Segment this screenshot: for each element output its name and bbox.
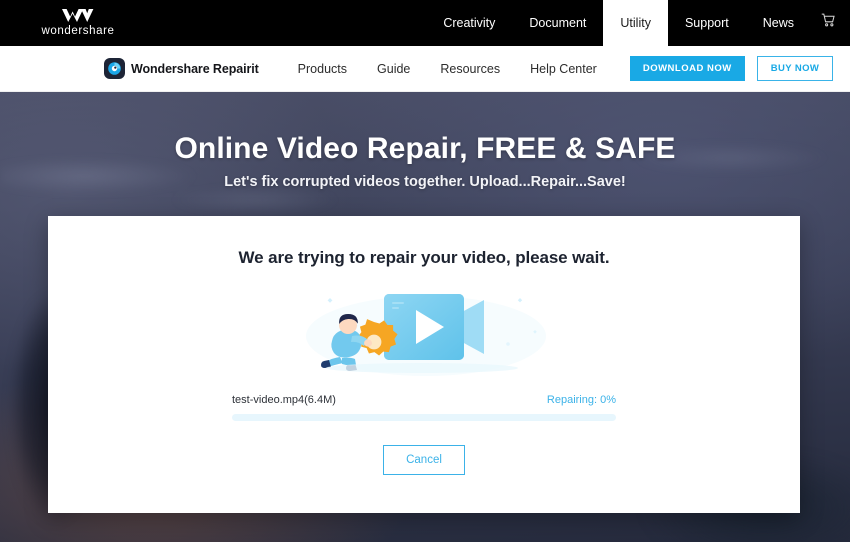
shopping-cart-button[interactable] [811,0,850,46]
top-nav-document[interactable]: Document [512,0,603,46]
repair-card: We are trying to repair your video, plea… [48,216,800,513]
progress-file-name: test-video.mp4(6.4M) [232,394,336,406]
progress-row: test-video.mp4(6.4M) Repairing: 0% [232,394,616,406]
top-nav-items: Creativity Document Utility Support News [426,0,850,46]
shopping-cart-icon [821,13,836,33]
wondershare-wordmark: wondershare [41,25,115,37]
product-nav-items: Products Guide Resources Help Center [283,62,612,76]
top-nav-creativity[interactable]: Creativity [426,0,512,46]
repairit-logo-icon [104,58,125,79]
cancel-row: Cancel [48,445,800,475]
card-title: We are trying to repair your video, plea… [238,248,610,267]
download-now-button[interactable]: DOWNLOAD NOW [629,56,745,81]
top-nav-news[interactable]: News [746,0,811,46]
buy-now-button[interactable]: BUY NOW [756,56,834,81]
progress-bar-track [232,414,616,421]
product-nav: Wondershare Repairit Products Guide Reso… [0,46,850,92]
cancel-button[interactable]: Cancel [383,445,465,475]
hero-section: Online Video Repair, FREE & SAFE Let's f… [0,92,850,542]
page-root: wondershare Creativity Document Utility … [0,0,850,542]
wondershare-w-icon [61,9,95,22]
video-repair-illustration [48,278,800,378]
hero-title: Online Video Repair, FREE & SAFE [174,132,676,165]
product-nav-products[interactable]: Products [283,62,362,76]
hero-cloud-layer [0,110,850,230]
top-nav-support[interactable]: Support [668,0,746,46]
top-nav-utility[interactable]: Utility [603,0,668,46]
hero-subtitle: Let's fix corrupted videos together. Upl… [224,174,626,190]
product-nav-resources[interactable]: Resources [425,62,515,76]
product-nav-help-center[interactable]: Help Center [515,62,612,76]
repairit-brand[interactable]: Wondershare Repairit [104,58,259,79]
wondershare-brand[interactable]: wondershare [0,0,150,46]
product-nav-guide[interactable]: Guide [362,62,425,76]
global-top-nav: wondershare Creativity Document Utility … [0,0,850,46]
progress-status: Repairing: 0% [546,394,616,406]
repairit-name: Wondershare Repairit [131,61,259,76]
progress-block: test-video.mp4(6.4M) Repairing: 0% [232,394,616,421]
